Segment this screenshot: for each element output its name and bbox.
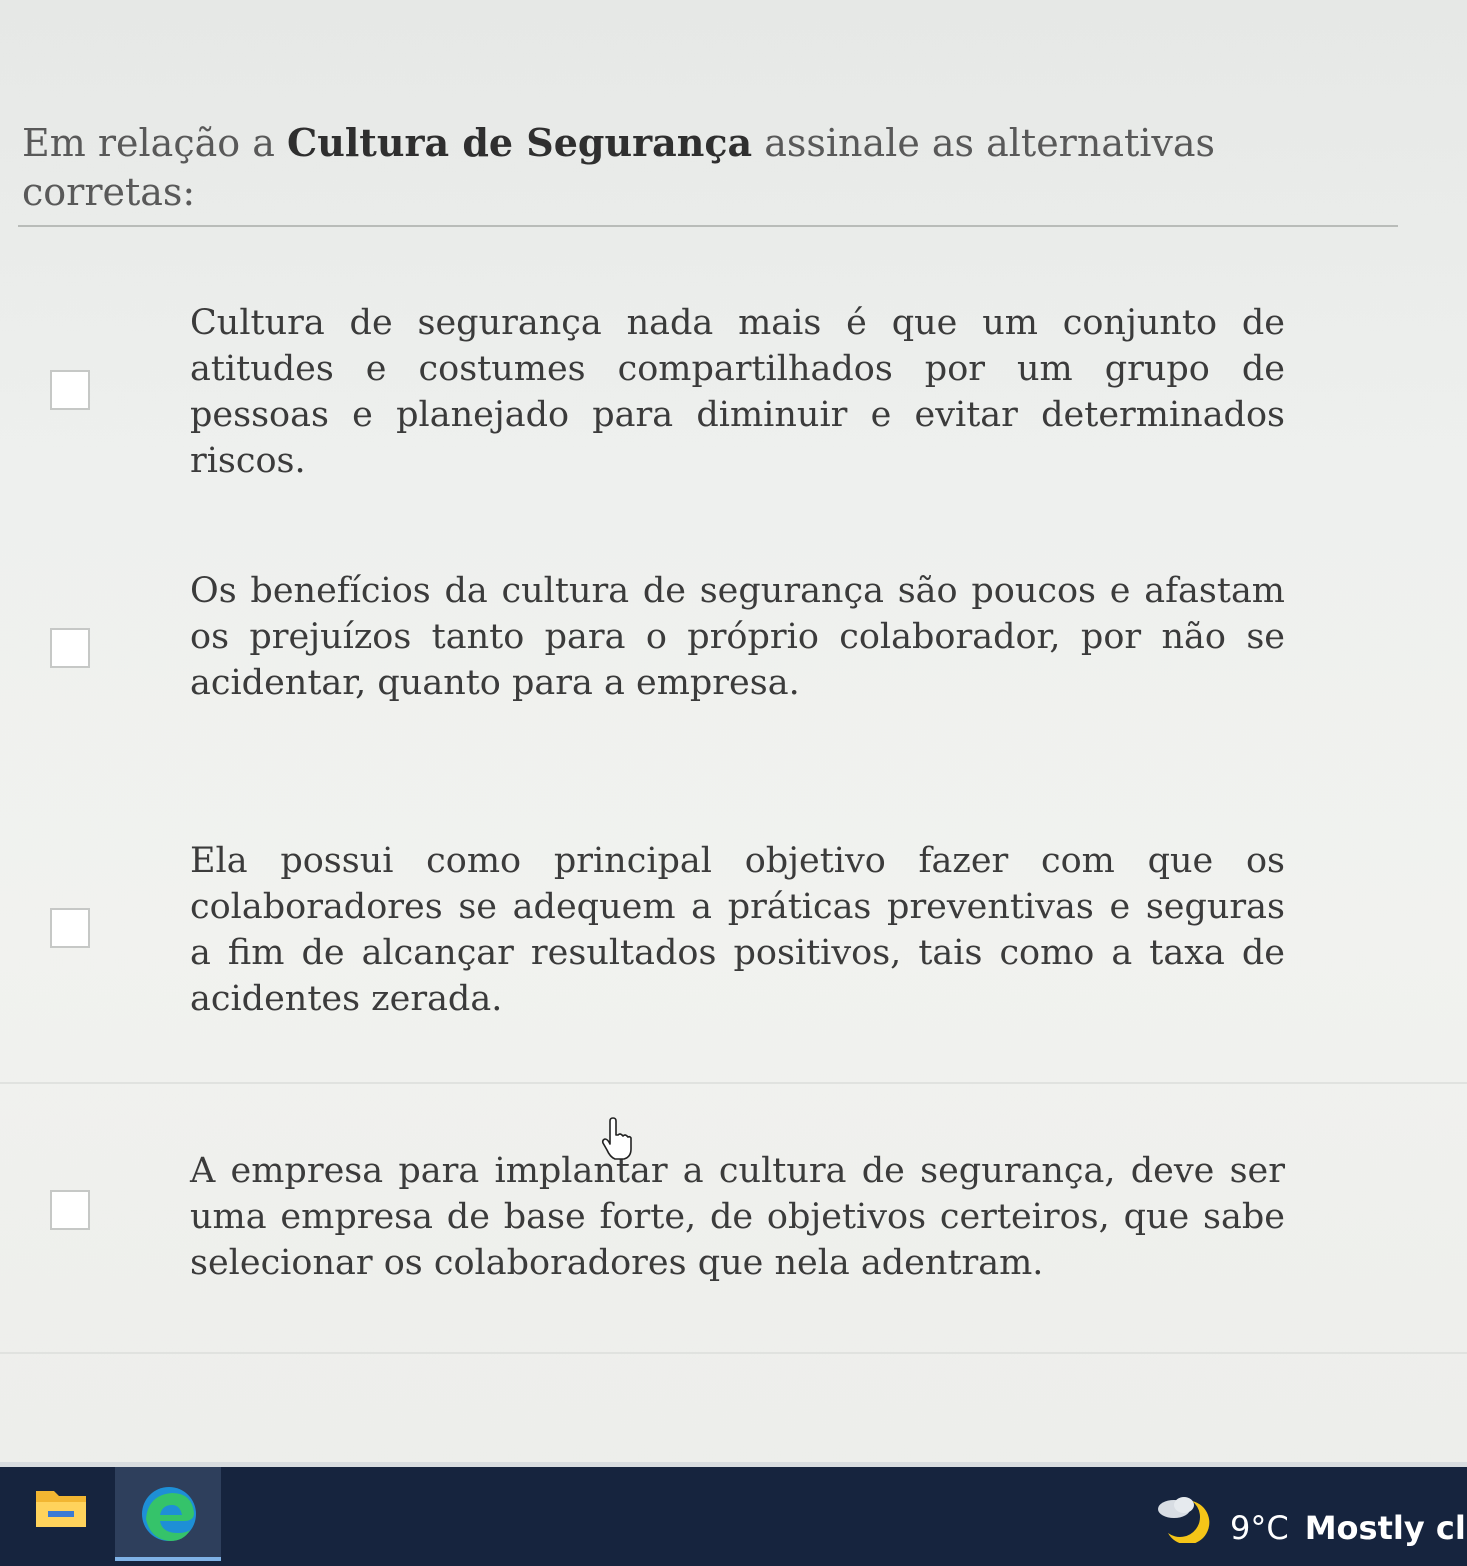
option-text: A empresa para implantar a cultura de se… (190, 1151, 1285, 1283)
option-item[interactable]: Ela possui como principal objetivo fazer… (30, 838, 1290, 1038)
taskbar: 9°C Mostly clea (0, 1462, 1467, 1566)
option-text: Ela possui como principal objetivo fazer… (190, 841, 1285, 1019)
weather-widget[interactable]: 9°C Mostly clea (1230, 1509, 1467, 1547)
question-prompt: Em relação a Cultura de Segurança assina… (22, 118, 1322, 218)
option-checkbox[interactable] (50, 370, 90, 410)
file-explorer-icon[interactable] (34, 1485, 88, 1529)
option-text: Os benefícios da cultura de segurança sã… (190, 571, 1285, 703)
option-separator (0, 1082, 1467, 1084)
edge-icon (142, 1487, 196, 1541)
weather-condition: Mostly clea (1304, 1509, 1467, 1547)
option-checkbox[interactable] (50, 628, 90, 668)
option-checkbox[interactable] (50, 1190, 90, 1230)
option-item[interactable]: A empresa para implantar a cultura de se… (30, 1148, 1290, 1308)
weather-temperature: 9°C (1230, 1509, 1289, 1547)
option-checkbox[interactable] (50, 908, 90, 948)
option-item[interactable]: Cultura de segurança nada mais é que um … (30, 300, 1290, 481)
edge-taskbar-button[interactable] (115, 1467, 221, 1561)
option-separator (0, 1352, 1467, 1354)
question-prefix: Em relação a (22, 121, 287, 165)
hand-cursor-icon (601, 1117, 632, 1160)
question-divider (18, 225, 1398, 227)
question-topic: Cultura de Segurança (286, 120, 753, 165)
option-item[interactable]: Os benefícios da cultura de segurança sã… (30, 568, 1290, 728)
moon-cloud-icon (1158, 1497, 1210, 1543)
option-text: Cultura de segurança nada mais é que um … (190, 303, 1285, 481)
